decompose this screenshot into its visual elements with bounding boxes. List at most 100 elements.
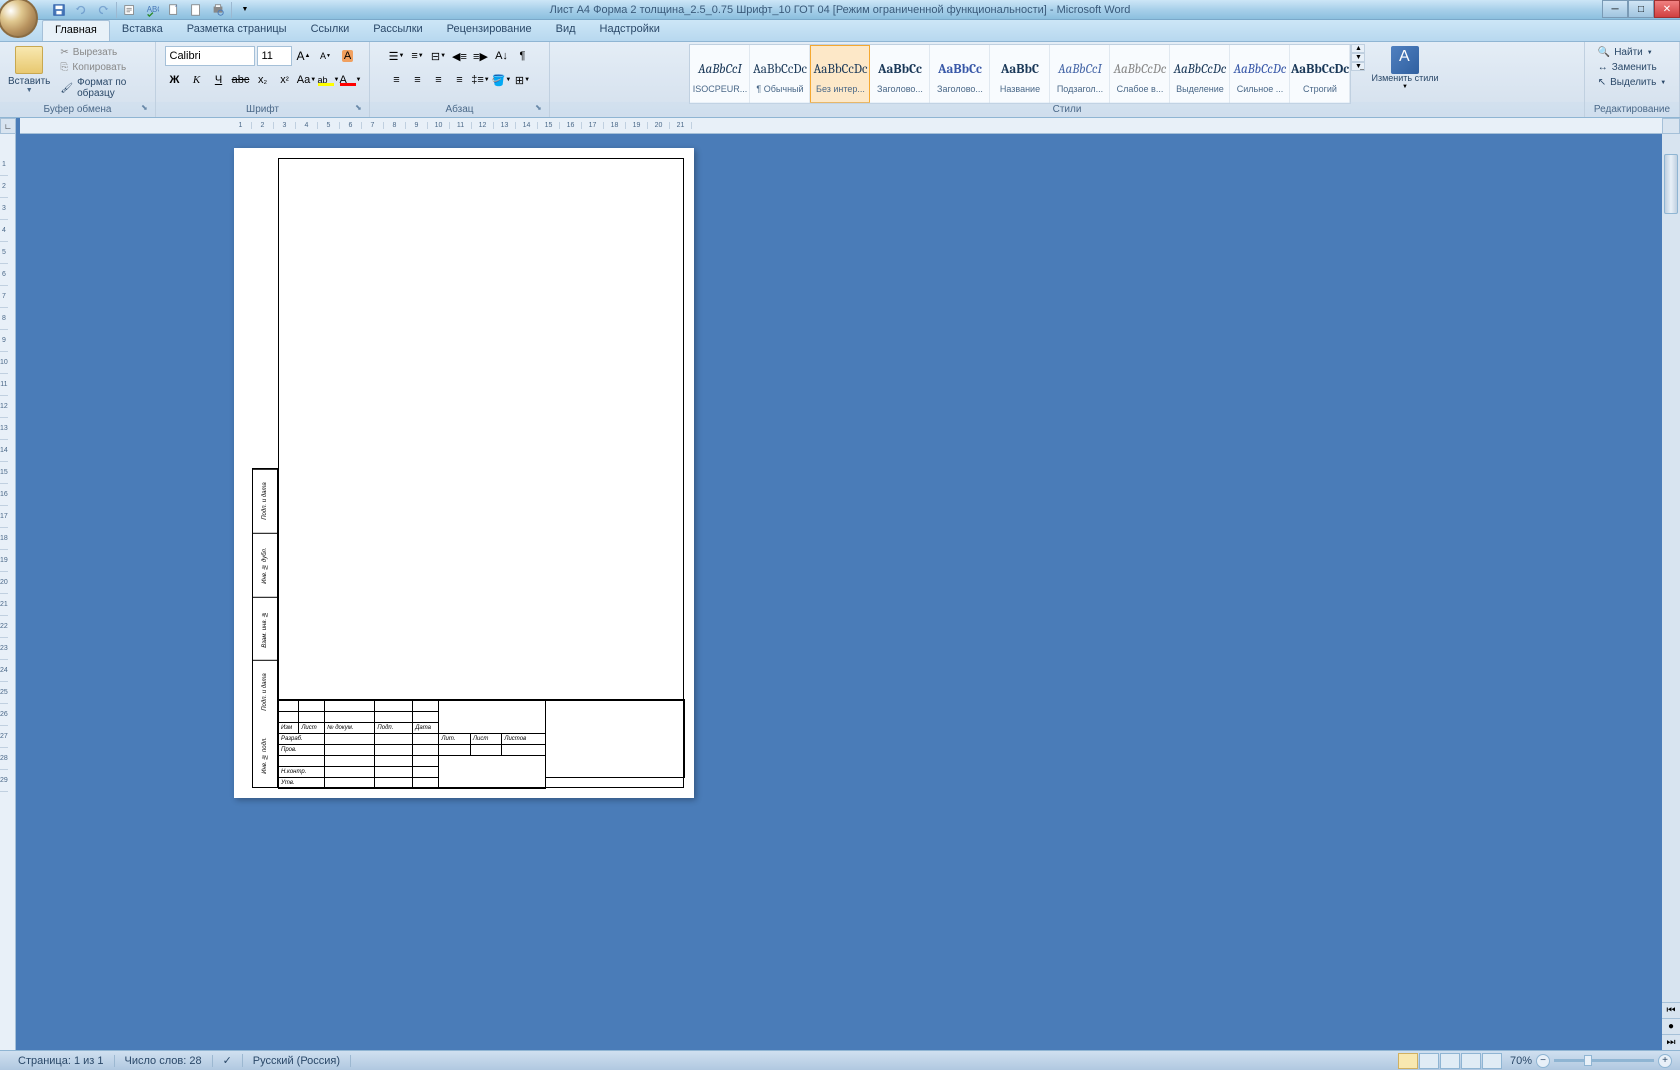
style-item[interactable]: AaBbCcIПодзагол... (1050, 45, 1110, 103)
replace-button[interactable]: ↔Заменить (1594, 61, 1670, 74)
zoom-level[interactable]: 70% (1510, 1055, 1532, 1067)
highlight-button[interactable]: ab▼ (319, 70, 339, 90)
tab-insert[interactable]: Вставка (110, 20, 175, 41)
horizontal-ruler[interactable]: 123456789101112131415161718192021 (20, 118, 1662, 134)
font-expand-icon[interactable]: ⬊ (355, 103, 367, 115)
numbering-icon[interactable]: ≡▼ (408, 46, 428, 66)
copy-button[interactable]: ⎘Копировать (58, 61, 147, 74)
qat-btn-3[interactable] (165, 1, 183, 19)
gallery-down-icon[interactable]: ▼ (1351, 53, 1365, 62)
italic-button[interactable]: К (187, 70, 207, 90)
redo-icon[interactable] (94, 1, 112, 19)
language-indicator[interactable]: Русский (Россия) (243, 1055, 351, 1067)
gallery-up-icon[interactable]: ▲ (1351, 44, 1365, 53)
strikethrough-button[interactable]: abc (231, 70, 251, 90)
style-item[interactable]: AaBbCcDcБез интер... (810, 45, 870, 103)
minimize-button[interactable]: ─ (1602, 0, 1628, 18)
paragraph-expand-icon[interactable]: ⬊ (535, 103, 547, 115)
font-name-combo[interactable] (165, 46, 255, 66)
zoom-handle[interactable] (1584, 1055, 1592, 1066)
zoom-out-button[interactable]: − (1536, 1054, 1550, 1068)
select-button[interactable]: ↖Выделить▼ (1594, 76, 1670, 89)
grow-font-icon[interactable]: A▲ (294, 46, 314, 66)
tab-references[interactable]: Ссылки (299, 20, 362, 41)
find-button[interactable]: 🔍Найти▼ (1594, 46, 1670, 59)
borders-icon[interactable]: ⊞▼ (513, 70, 533, 90)
align-center-icon[interactable]: ≡ (408, 70, 428, 90)
zoom-in-button[interactable]: + (1658, 1054, 1672, 1068)
style-item[interactable]: AaBbCНазвание (990, 45, 1050, 103)
sort-icon[interactable]: A↓ (492, 46, 512, 66)
format-painter-button[interactable]: 🖌Формат по образцу (58, 76, 147, 100)
clear-format-icon[interactable]: A (338, 46, 358, 66)
zoom-slider[interactable] (1554, 1059, 1654, 1062)
save-icon[interactable] (50, 1, 68, 19)
draft-view-icon[interactable] (1482, 1053, 1502, 1069)
paste-button[interactable]: Вставить ▼ (4, 44, 54, 96)
new-doc-icon[interactable] (187, 1, 205, 19)
shading-icon[interactable]: 🪣▼ (492, 70, 512, 90)
vertical-ruler[interactable]: 1234567891011121314151617181920212223242… (0, 134, 16, 1050)
tab-review[interactable]: Рецензирование (435, 20, 544, 41)
increase-indent-icon[interactable]: ≡▶ (471, 46, 491, 66)
style-item[interactable]: AaBbCcDc¶ Обычный (750, 45, 810, 103)
style-item[interactable]: AaBbCcDcВыделение (1170, 45, 1230, 103)
tab-view[interactable]: Вид (544, 20, 588, 41)
ruler-toggle[interactable] (1662, 118, 1680, 134)
cut-button[interactable]: ✂Вырезать (58, 46, 147, 59)
align-left-icon[interactable]: ≡ (387, 70, 407, 90)
font-color-button[interactable]: A▼ (341, 70, 361, 90)
tab-mailings[interactable]: Рассылки (361, 20, 434, 41)
style-item[interactable]: AaBbCcIISOCPEUR... (690, 45, 750, 103)
subscript-button[interactable]: x₂ (253, 70, 273, 90)
styles-gallery[interactable]: AaBbCcIISOCPEUR...AaBbCcDc¶ ОбычныйAaBbC… (689, 44, 1351, 104)
line-spacing-icon[interactable]: ‡≡▼ (471, 70, 491, 90)
gallery-expand-icon[interactable]: ▼̲ (1351, 62, 1365, 71)
browse-object-icon[interactable]: ● (1662, 1018, 1680, 1034)
bullets-icon[interactable]: ☰▼ (387, 46, 407, 66)
vertical-scrollbar[interactable]: ⏮ ● ⏭ (1662, 134, 1680, 1050)
web-layout-view-icon[interactable] (1440, 1053, 1460, 1069)
style-item[interactable]: AaBbCcDcСильное ... (1230, 45, 1290, 103)
tab-addins[interactable]: Надстройки (588, 20, 672, 41)
proofing-icon[interactable]: ✓ (213, 1054, 243, 1067)
style-item[interactable]: AaBbCcЗаголово... (930, 45, 990, 103)
justify-icon[interactable]: ≡ (450, 70, 470, 90)
prev-page-icon[interactable]: ⏮ (1662, 1002, 1680, 1018)
spellcheck-icon[interactable]: ABC (143, 1, 161, 19)
outline-view-icon[interactable] (1461, 1053, 1481, 1069)
qat-btn-1[interactable] (121, 1, 139, 19)
bold-button[interactable]: Ж (165, 70, 185, 90)
close-button[interactable]: ✕ (1654, 0, 1680, 18)
style-item[interactable]: AaBbCcЗаголово... (870, 45, 930, 103)
word-count[interactable]: Число слов: 28 (115, 1055, 213, 1067)
style-item[interactable]: AaBbCcDcСтрогий (1290, 45, 1350, 103)
shrink-font-icon[interactable]: A▼ (316, 46, 336, 66)
superscript-button[interactable]: x² (275, 70, 295, 90)
font-size-combo[interactable] (257, 46, 292, 66)
page-indicator[interactable]: Страница: 1 из 1 (8, 1055, 115, 1067)
change-styles-button[interactable]: Изменить стили ▼ (1365, 44, 1444, 92)
maximize-button[interactable]: □ (1628, 0, 1654, 18)
style-item[interactable]: AaBbCcDcСлабое в... (1110, 45, 1170, 103)
tab-selector[interactable]: ∟ (0, 118, 16, 134)
full-screen-view-icon[interactable] (1419, 1053, 1439, 1069)
print-layout-view-icon[interactable] (1398, 1053, 1418, 1069)
print-preview-icon[interactable] (209, 1, 227, 19)
group-styles: AaBbCcIISOCPEUR...AaBbCcDc¶ ОбычныйAaBbC… (550, 42, 1585, 117)
underline-button[interactable]: Ч (209, 70, 229, 90)
multilevel-icon[interactable]: ⊟▼ (429, 46, 449, 66)
tab-home[interactable]: Главная (42, 20, 110, 41)
tab-page-layout[interactable]: Разметка страницы (175, 20, 299, 41)
scroll-thumb[interactable] (1664, 154, 1678, 214)
undo-icon[interactable] (72, 1, 90, 19)
align-right-icon[interactable]: ≡ (429, 70, 449, 90)
show-marks-icon[interactable]: ¶ (513, 46, 533, 66)
decrease-indent-icon[interactable]: ◀≡ (450, 46, 470, 66)
group-paragraph: ☰▼ ≡▼ ⊟▼ ◀≡ ≡▶ A↓ ¶ ≡ ≡ ≡ ≡ ‡≡▼ 🪣▼ ⊞▼ Аб… (370, 42, 550, 117)
clipboard-expand-icon[interactable]: ⬊ (141, 103, 153, 115)
next-page-icon[interactable]: ⏭ (1662, 1034, 1680, 1050)
document-page[interactable]: Подп. и датаИнв. № дубл.Взам. инв. №Подп… (234, 148, 694, 798)
change-case-button[interactable]: Aa▼ (297, 70, 317, 90)
qat-customize-icon[interactable]: ▼ (236, 1, 254, 19)
